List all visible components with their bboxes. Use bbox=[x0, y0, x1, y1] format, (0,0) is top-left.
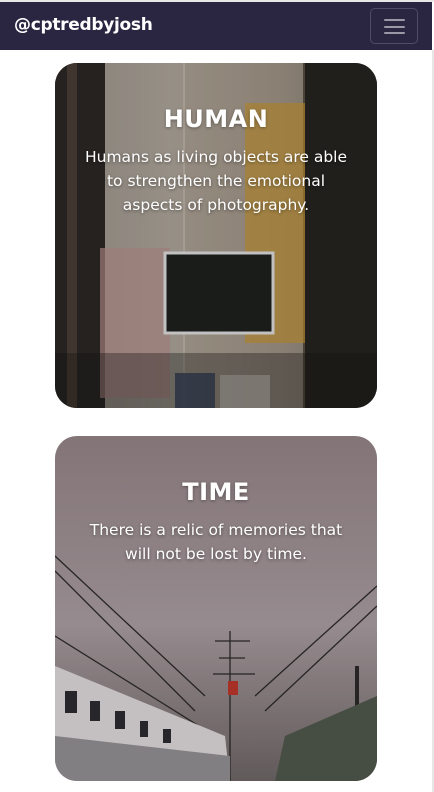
navbar-toggle-button[interactable] bbox=[370, 8, 418, 44]
card-description: There is a relic of memories that will n… bbox=[89, 521, 343, 563]
card-title: HUMAN bbox=[163, 105, 269, 133]
card-title: TIME bbox=[182, 478, 250, 506]
card-human[interactable]: HUMAN Humans as living objects are able … bbox=[55, 63, 377, 408]
card-description: Humans as living objects are able to str… bbox=[84, 148, 348, 214]
navbar: @cptredbyjosh bbox=[0, 2, 432, 50]
hamburger-menu-icon bbox=[384, 19, 405, 34]
card-time[interactable]: TIME There is a relic of memories that w… bbox=[55, 436, 377, 781]
brand-link[interactable]: @cptredbyjosh bbox=[14, 15, 153, 35]
